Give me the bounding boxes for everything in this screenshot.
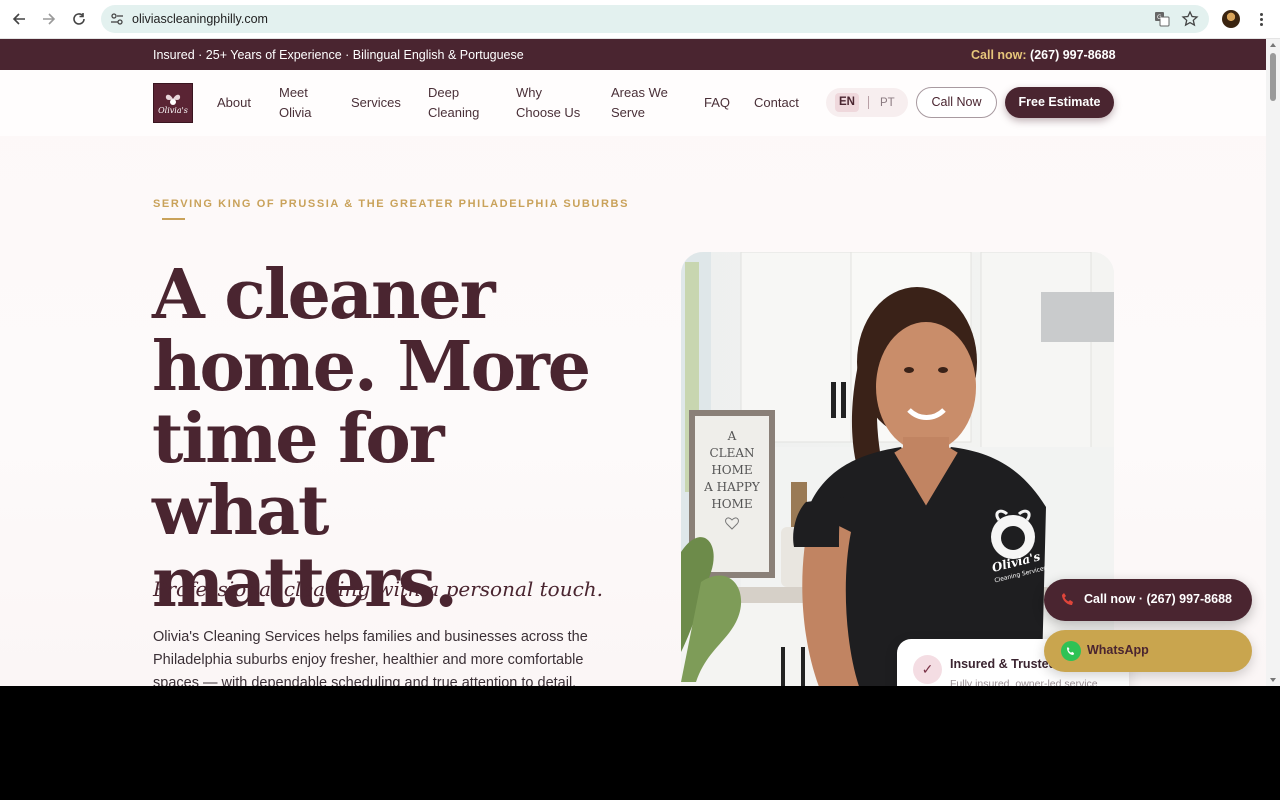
floating-whatsapp-button[interactable]: WhatsApp <box>1044 630 1252 672</box>
butterfly-logo-icon <box>165 94 181 105</box>
free-estimate-button[interactable]: Free Estimate <box>1005 87 1114 118</box>
svg-text:G: G <box>1157 14 1162 21</box>
hero-eyebrow: SERVING KING OF PRUSSIA & THE GREATER PH… <box>153 198 630 210</box>
whatsapp-icon <box>1061 641 1081 661</box>
lang-pt-button[interactable]: PT <box>880 97 895 109</box>
browser-toolbar: oliviascleaningphilly.com G <box>0 0 1280 39</box>
floating-whatsapp-label: WhatsApp <box>1087 643 1149 657</box>
hero-headline: A cleaner home. More time for what matte… <box>152 255 591 623</box>
tune-icon[interactable] <box>109 11 125 27</box>
more-vertical-icon[interactable] <box>1255 9 1267 29</box>
screen-letterbox <box>0 686 1280 800</box>
announcement-text: Insured · 25+ Years of Experience · Bili… <box>153 48 524 62</box>
nav-services[interactable]: Services <box>351 93 401 113</box>
nav-deep-cleaning[interactable]: Deep Cleaning <box>428 83 488 123</box>
translate-icon[interactable]: G <box>1154 11 1170 27</box>
phone-icon <box>1062 593 1073 605</box>
nav-faq[interactable]: FAQ <box>704 93 730 113</box>
nav-areas-we-serve[interactable]: Areas We Serve <box>611 83 673 123</box>
call-now-button[interactable]: Call Now <box>916 87 997 118</box>
scrollbar-thumb[interactable] <box>1270 53 1276 101</box>
nav-contact[interactable]: Contact <box>754 93 799 113</box>
language-switcher: EN PT <box>826 88 908 117</box>
check-icon: ✓ <box>913 655 942 684</box>
logo-text: Olivia's <box>158 105 188 115</box>
star-icon[interactable] <box>1181 10 1199 28</box>
hero-intro: Olivia's Cleaning Services helps familie… <box>153 629 588 686</box>
sign-line-5: HOME <box>711 497 752 511</box>
trust-subtitle: Fully insured, owner-led service <box>950 678 1098 686</box>
lang-en-button[interactable]: EN <box>835 93 859 112</box>
floating-call-button[interactable]: Call now · (267) 997-8688 <box>1044 579 1252 621</box>
topbar-phone[interactable]: (267) 997-8688 <box>1030 48 1115 62</box>
sign-line-2: CLEAN <box>709 446 754 460</box>
nav-meet-olivia[interactable]: Meet Olivia <box>279 83 319 123</box>
topbar-call-link[interactable]: Call now: (267) 997-8688 <box>971 48 1116 62</box>
sign-line-4: A HAPPY <box>703 480 761 494</box>
sign-line-1: A <box>727 429 737 443</box>
lang-divider <box>868 96 869 109</box>
hero-tagline: Professional cleaning with a personal to… <box>153 577 604 601</box>
address-bar[interactable]: oliviascleaningphilly.com G <box>101 5 1209 33</box>
site-header: Olivia's About Meet Olivia Services Deep… <box>0 70 1266 136</box>
arrow-right-icon[interactable] <box>39 9 59 29</box>
trust-title: Insured & Trusted <box>950 657 1057 671</box>
reload-icon[interactable] <box>69 9 89 29</box>
floating-call-label: Call now · (267) 997-8688 <box>1084 592 1232 606</box>
announcement-bar: Insured · 25+ Years of Experience · Bili… <box>0 39 1266 70</box>
topbar-call-label: Call now: <box>971 48 1027 62</box>
vertical-scrollbar[interactable] <box>1266 39 1280 686</box>
url-text[interactable]: oliviascleaningphilly.com <box>132 12 268 26</box>
hero-photo: A CLEAN HOME A HAPPY HOME Olivia's Clean… <box>681 252 1114 686</box>
site-logo[interactable]: Olivia's <box>153 83 193 123</box>
scroll-down-icon[interactable] <box>1269 676 1277 684</box>
sign-line-3: HOME <box>711 463 752 477</box>
nav-why-choose-us[interactable]: Why Choose Us <box>516 83 586 123</box>
page-viewport: Insured · 25+ Years of Experience · Bili… <box>0 39 1280 686</box>
nav-about[interactable]: About <box>217 93 251 113</box>
scroll-up-icon[interactable] <box>1269 41 1277 49</box>
avatar[interactable] <box>1222 10 1240 28</box>
eyebrow-underline <box>162 218 185 220</box>
arrow-left-icon[interactable] <box>9 9 29 29</box>
